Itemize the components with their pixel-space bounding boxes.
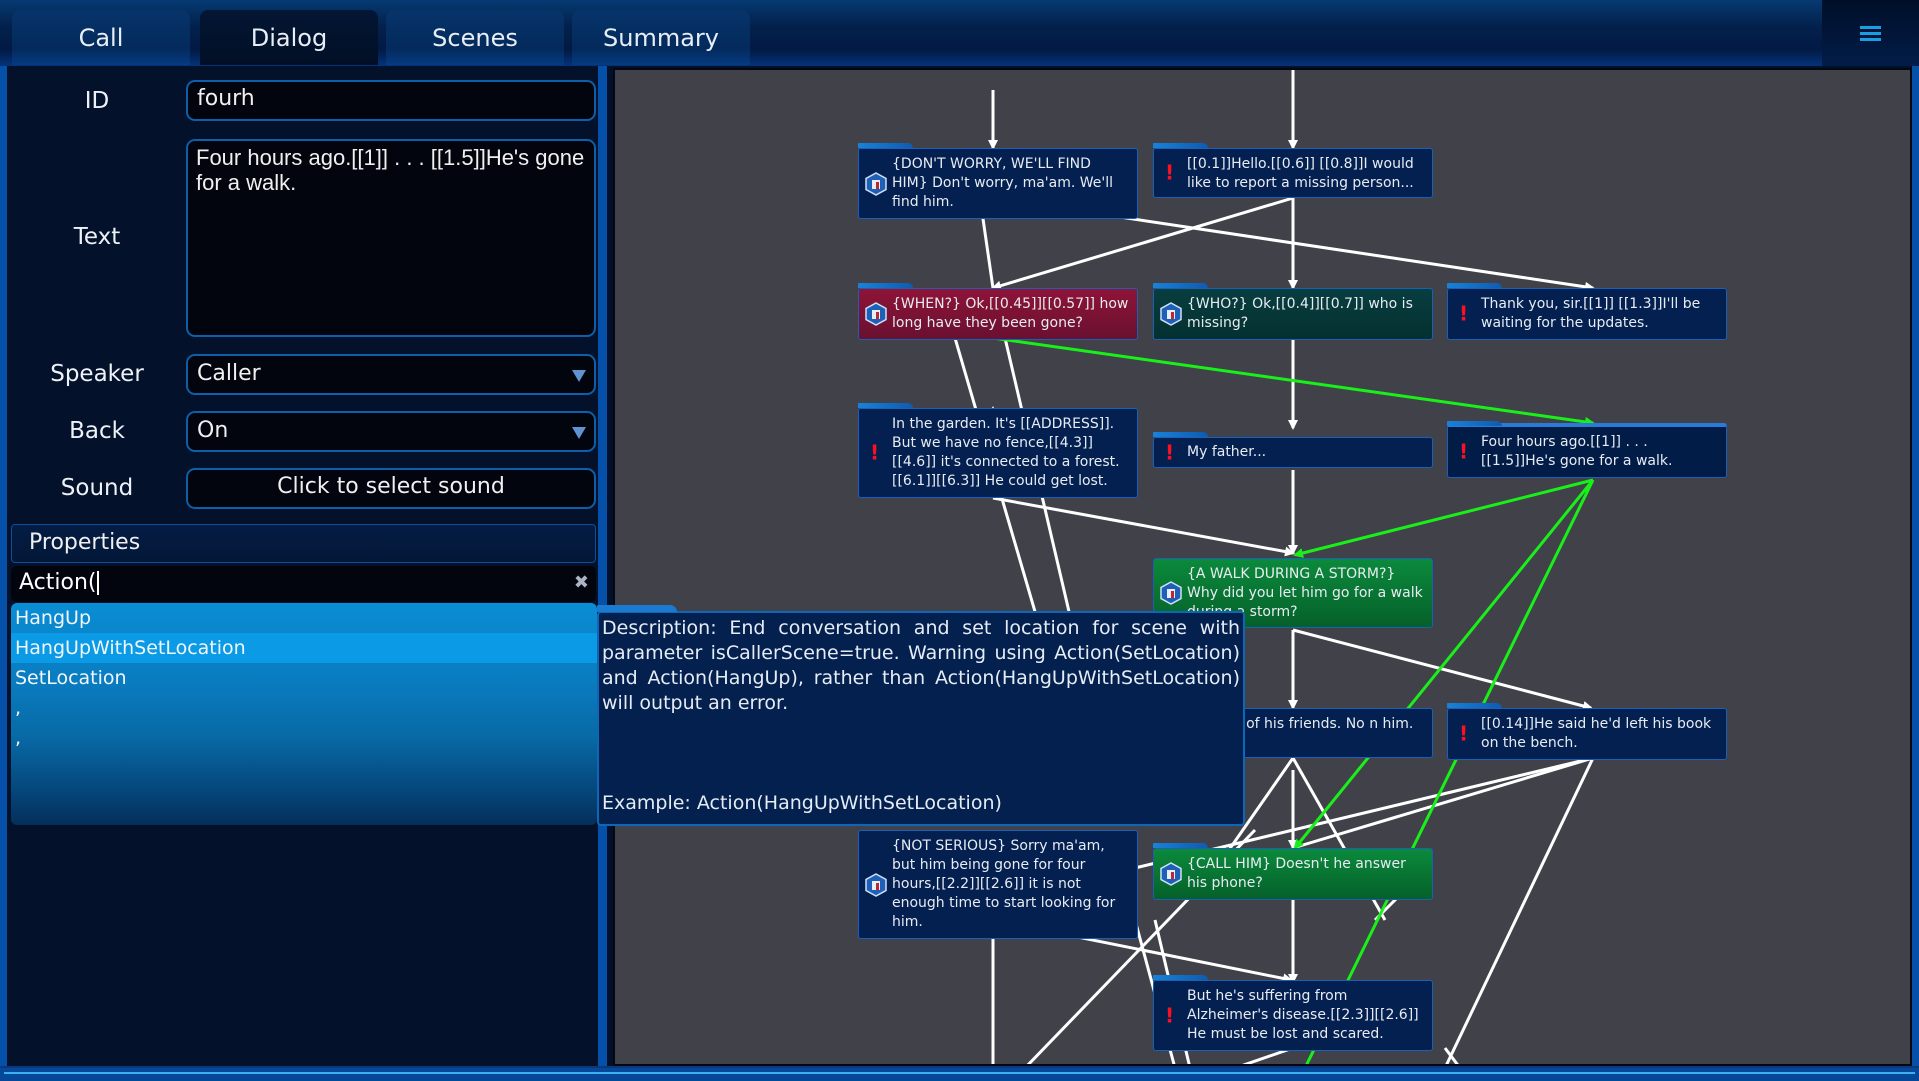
dialog-graph-canvas[interactable]: {DON'T WORRY, WE'LL FIND HIM} Don't worr… xyxy=(613,68,1912,1066)
tooltip-example: Example: Action(HangUpWithSetLocation) xyxy=(602,792,1002,814)
node-tab xyxy=(858,143,913,148)
caller-warning-icon: ! xyxy=(870,440,880,465)
tab-call[interactable]: Call xyxy=(12,10,190,65)
node-tab xyxy=(1153,975,1208,980)
graph-node-who[interactable]: {WHO?} Ok,[[0.4]][[0.7]] who is missing? xyxy=(1153,283,1433,340)
node-text: My father... xyxy=(1187,444,1267,460)
speaker-label: Speaker xyxy=(50,361,144,387)
tab-summary[interactable]: Summary xyxy=(572,10,750,65)
back-label: Back xyxy=(69,418,125,444)
back-select[interactable]: On xyxy=(186,411,596,452)
operator-badge-icon xyxy=(865,872,887,897)
graph-node-fourh[interactable]: ! Four hours ago.[[1]] . . . [[1.5]]He's… xyxy=(1447,421,1727,478)
node-text: {CALL HIM} Doesn't he answer his phone? xyxy=(1187,856,1406,891)
panel-divider[interactable] xyxy=(598,66,607,1079)
caller-warning-icon: ! xyxy=(1165,160,1175,185)
text-area[interactable]: Four hours ago.[[1]] . . . [[1.5]]He's g… xyxy=(186,139,596,337)
operator-badge-icon xyxy=(865,302,887,326)
hamburger-menu-icon xyxy=(1860,25,1881,41)
graph-node-call-him[interactable]: {CALL HIM} Doesn't he answer his phone? xyxy=(1153,843,1433,900)
back-value: On xyxy=(197,418,229,443)
tooltip-description: Description: End conversation and set lo… xyxy=(602,617,1240,714)
menu-button[interactable] xyxy=(1822,0,1919,66)
node-tab xyxy=(1153,283,1208,288)
graph-node-alzheimer[interactable]: ! But he's suffering from Alzheimer's di… xyxy=(1153,975,1433,1051)
node-tab xyxy=(858,283,913,288)
graph-node-hello[interactable]: ! [[0.1]]Hello.[[0.6]] [[0.8]]I would li… xyxy=(1153,143,1433,198)
node-text: {DON'T WORRY, WE'LL FIND HIM} Don't worr… xyxy=(892,156,1114,210)
node-tab xyxy=(1153,843,1208,848)
autocomplete-item-comma[interactable]: , xyxy=(11,693,597,723)
edge xyxy=(1292,628,1593,711)
node-text: Thank you, sir.[[1]] [[1.3]]I'll be wait… xyxy=(1481,296,1701,331)
node-tab xyxy=(1447,421,1502,426)
caller-warning-icon: ! xyxy=(1459,439,1469,464)
graph-node-garden[interactable]: ! In the garden. It's [[ADDRESS]]. But w… xyxy=(858,403,1138,498)
node-tab xyxy=(1447,283,1502,288)
caller-warning-icon: ! xyxy=(1165,1003,1175,1027)
edge xyxy=(992,496,1295,557)
operator-badge-icon xyxy=(865,171,887,196)
node-text: In the garden. It's [[ADDRESS]]. But we … xyxy=(892,416,1120,489)
node-tab xyxy=(1447,703,1502,708)
caller-warning-icon: ! xyxy=(1165,440,1175,464)
autocomplete-list: HangUp HangUpWithSetLocation SetLocation… xyxy=(11,603,597,825)
operator-badge-icon xyxy=(1160,581,1182,605)
node-text: [[0.14]]He said he'd left his book on th… xyxy=(1481,716,1712,751)
autocomplete-item-hangup[interactable]: HangUp xyxy=(11,603,597,633)
graph-node-when[interactable]: {WHEN?} Ok,[[0.45]][[0.57]] how long hav… xyxy=(858,283,1138,340)
text-caret xyxy=(97,571,100,595)
node-text: {WHO?} Ok,[[0.4]][[0.7]] who is missing? xyxy=(1187,296,1413,331)
top-bar: Call Dialog Scenes Summary xyxy=(0,0,1919,66)
node-text: [[0.1]]Hello.[[0.6]] [[0.8]]I would like… xyxy=(1187,156,1414,191)
chevron-down-icon xyxy=(572,427,586,439)
node-text: {WHEN?} Ok,[[0.45]][[0.57]] how long hav… xyxy=(892,296,1129,331)
node-text: But he's suffering from Alzheimer's dise… xyxy=(1187,988,1419,1042)
caller-warning-icon: ! xyxy=(1459,721,1469,746)
autocomplete-item-hangupwithsetlocation[interactable]: HangUpWithSetLocation xyxy=(11,633,597,663)
graph-node-thank-you[interactable]: ! Thank you, sir.[[1]] [[1.3]]I'll be wa… xyxy=(1447,283,1727,340)
caller-warning-icon: ! xyxy=(1459,301,1469,326)
active-edge xyxy=(1293,478,1594,558)
graph-node-dont-worry[interactable]: {DON'T WORRY, WE'LL FIND HIM} Don't worr… xyxy=(858,143,1138,219)
node-tab xyxy=(1153,143,1208,148)
autocomplete-item-comma[interactable]: , xyxy=(11,723,597,753)
id-label: ID xyxy=(84,88,110,114)
speaker-value: Caller xyxy=(197,361,261,386)
operator-badge-icon xyxy=(1160,302,1182,326)
speaker-select[interactable]: Caller xyxy=(186,354,596,395)
chevron-down-icon xyxy=(572,370,586,382)
text-label: Text xyxy=(73,224,121,250)
clear-x-icon[interactable]: ✖ xyxy=(574,572,589,593)
action-description-tooltip: Description: End conversation and set lo… xyxy=(597,605,1245,826)
graph-right-border xyxy=(1912,66,1919,1066)
graph-node-book[interactable]: ! [[0.14]]He said he'd left his book on … xyxy=(1447,703,1727,760)
properties-header[interactable]: Properties xyxy=(11,524,596,563)
autocomplete-item-setlocation[interactable]: SetLocation xyxy=(11,663,597,693)
sound-label: Sound xyxy=(60,475,134,501)
properties-input[interactable]: Action( ✖ xyxy=(11,566,596,602)
operator-badge-icon xyxy=(1160,862,1182,886)
tooltip-tab xyxy=(597,605,677,612)
node-text: Four hours ago.[[1]] . . . [[1.5]]He's g… xyxy=(1481,434,1673,469)
edge xyxy=(1445,757,1595,1064)
node-text: {NOT SERIOUS} Sorry ma'am, but him being… xyxy=(892,838,1116,930)
node-tab xyxy=(1153,432,1208,437)
graph-node-not-serious[interactable]: {NOT SERIOUS} Sorry ma'am, but him being… xyxy=(858,830,1138,939)
node-tab xyxy=(858,403,913,408)
tab-scenes[interactable]: Scenes xyxy=(386,10,564,65)
id-input[interactable]: fourh xyxy=(186,80,596,121)
tab-dialog[interactable]: Dialog xyxy=(200,10,378,65)
select-sound-button[interactable]: Click to select sound xyxy=(186,468,596,509)
properties-input-value: Action( xyxy=(19,570,97,595)
graph-node-my-father[interactable]: ! My father... xyxy=(1153,432,1433,468)
